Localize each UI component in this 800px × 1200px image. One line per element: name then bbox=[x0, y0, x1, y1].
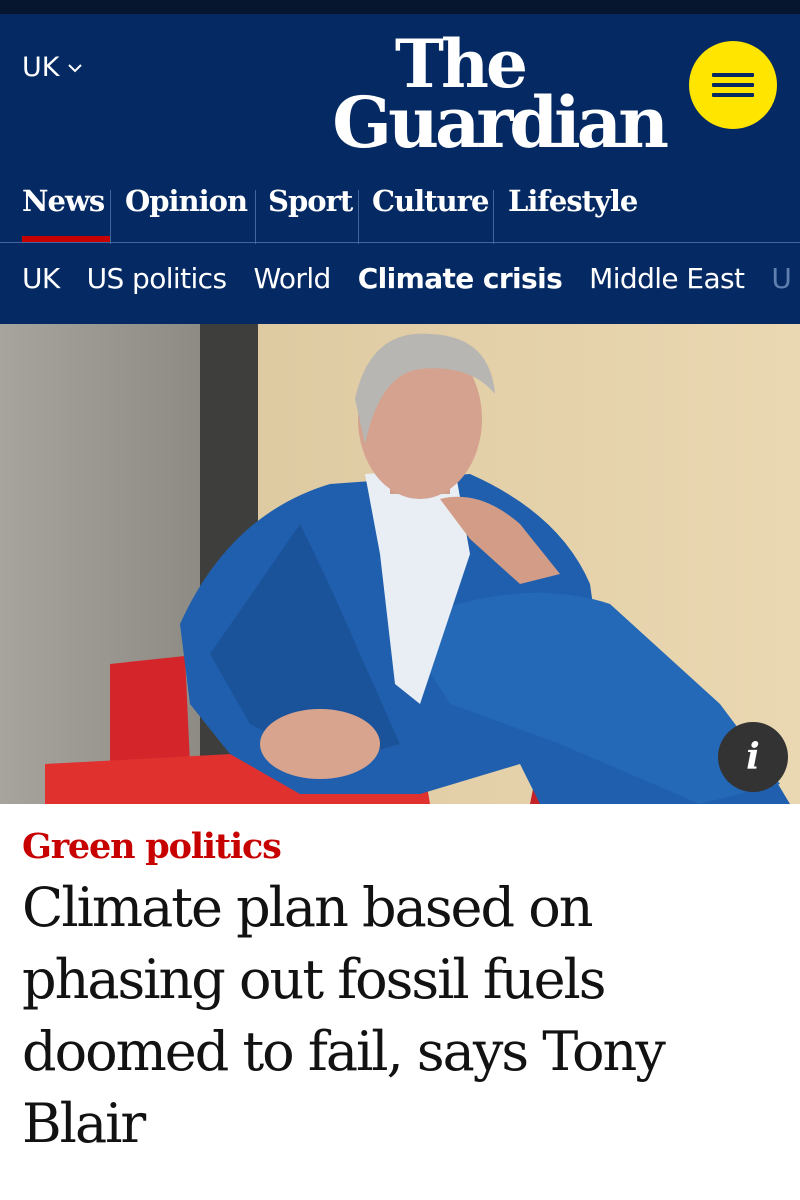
subnav-item-overflow[interactable]: U bbox=[771, 262, 792, 306]
logo-word-guardian: Guardian bbox=[332, 80, 669, 164]
pillar-lifestyle[interactable]: Lifestyle bbox=[508, 174, 638, 244]
subnav-item-middle-east[interactable]: Middle East bbox=[589, 262, 745, 306]
pillar-sport[interactable]: Sport bbox=[268, 174, 353, 244]
menu-line bbox=[712, 83, 754, 87]
pillar-opinion[interactable]: Opinion bbox=[125, 174, 248, 244]
status-bar-strip bbox=[0, 0, 800, 14]
edition-label: UK bbox=[22, 52, 60, 83]
pillar-divider bbox=[493, 190, 494, 244]
article-kicker[interactable]: Green politics bbox=[22, 826, 282, 867]
subnav-item-uk[interactable]: UK bbox=[22, 262, 60, 306]
hero-image bbox=[0, 324, 800, 804]
subnav-item-climate-crisis[interactable]: Climate crisis bbox=[358, 262, 563, 306]
pillar-divider bbox=[358, 190, 359, 244]
chevron-down-icon bbox=[68, 63, 83, 72]
pillar-news[interactable]: News bbox=[22, 174, 105, 244]
info-icon[interactable]: i bbox=[718, 722, 788, 792]
pillar-culture[interactable]: Culture bbox=[372, 174, 489, 244]
menu-line bbox=[712, 73, 754, 77]
pillar-divider bbox=[255, 190, 256, 244]
edition-selector[interactable]: UK bbox=[22, 52, 83, 83]
portrait-photo bbox=[0, 324, 800, 804]
guardian-logo[interactable]: The Guardian bbox=[320, 31, 669, 164]
site-header: UK The Guardian News Opinion Sport Cultu… bbox=[0, 14, 800, 324]
article-headline: Climate plan based on phasing out fossil… bbox=[22, 876, 666, 1155]
pillar-divider bbox=[110, 190, 111, 244]
subnav-item-world[interactable]: World bbox=[253, 262, 331, 306]
section-subnav: UK US politics World Climate crisis Midd… bbox=[22, 262, 792, 306]
subnav-item-us-politics[interactable]: US politics bbox=[87, 262, 227, 306]
pillar-nav: News Opinion Sport Culture Lifestyle bbox=[0, 174, 800, 244]
hamburger-menu-icon[interactable] bbox=[689, 41, 777, 129]
menu-line bbox=[712, 93, 754, 97]
nav-divider bbox=[0, 242, 800, 243]
